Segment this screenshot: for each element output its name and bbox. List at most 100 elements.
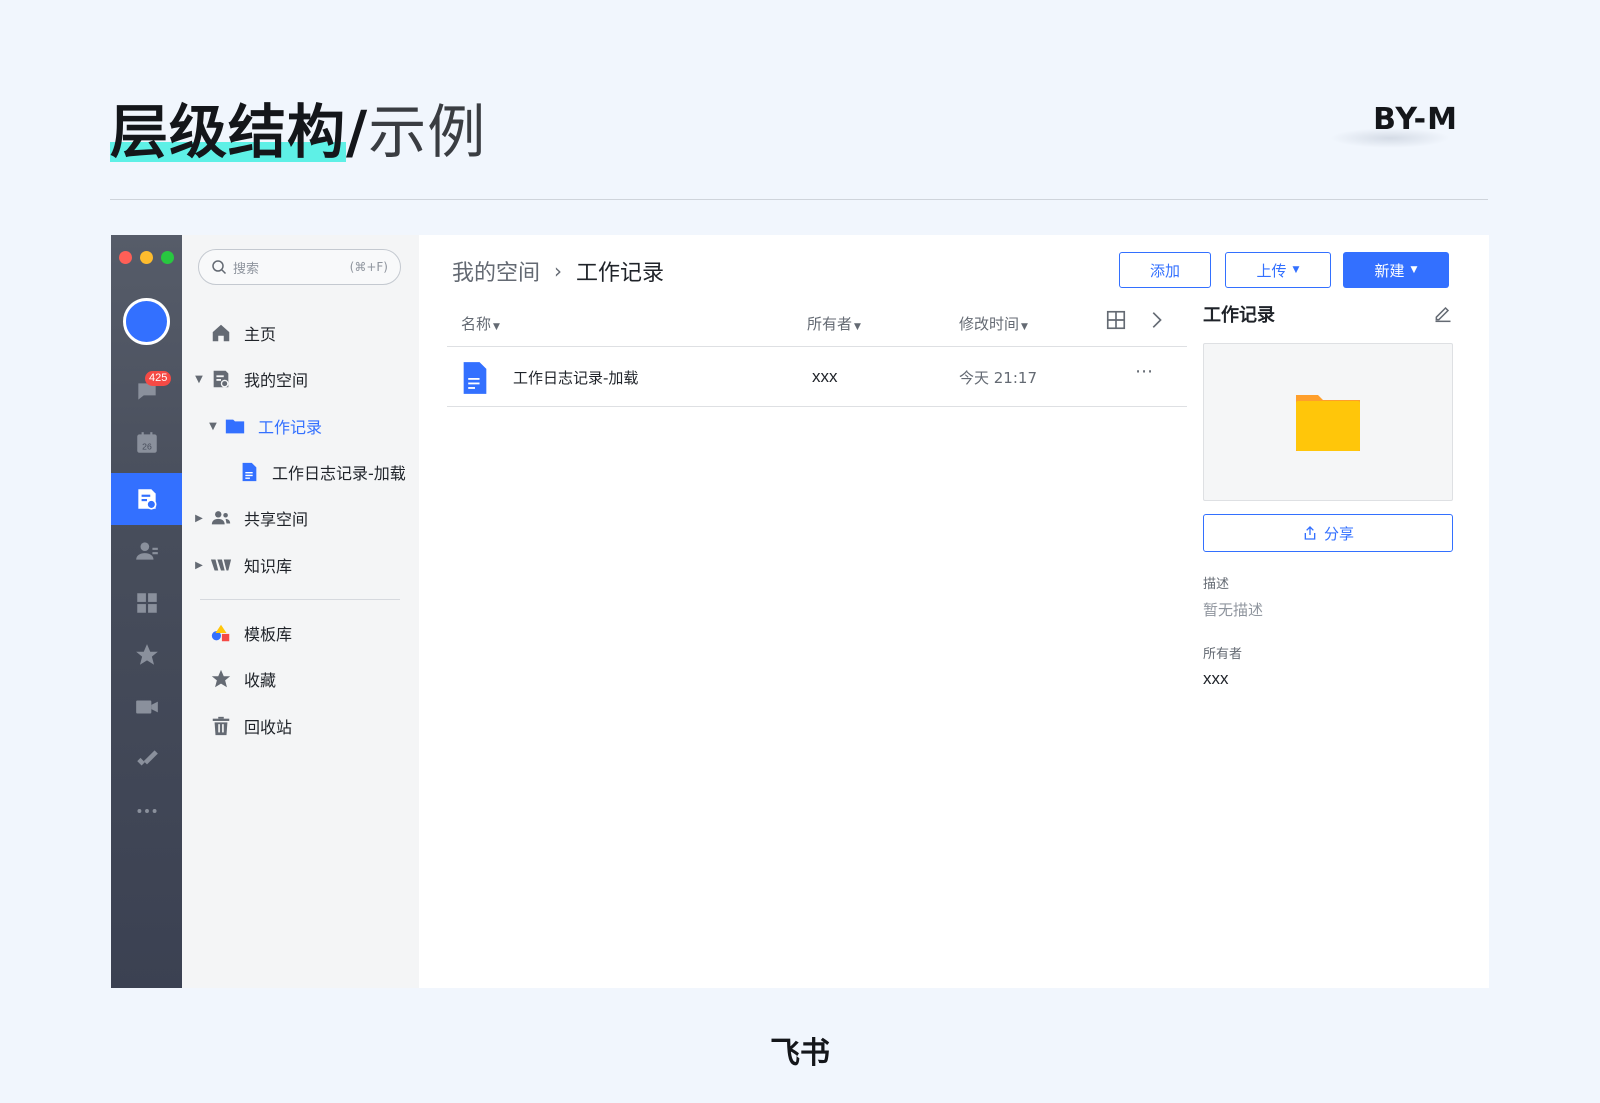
table-header: 名称 ▼ 所有者 ▼ 修改时间 ▼	[447, 301, 1187, 347]
caret-down-icon[interactable]: ▼	[206, 421, 220, 432]
header-divider	[110, 199, 1488, 200]
rail-item-video[interactable]	[111, 681, 182, 733]
rail-item-favorites[interactable]	[111, 629, 182, 681]
share-button-label: 分享	[1323, 524, 1354, 543]
sidebar-item-my-space[interactable]: ▼ 我的空间	[182, 359, 419, 399]
owner-label: 所有者	[1203, 647, 1243, 662]
byline-shadow	[1330, 128, 1450, 148]
close-window-button[interactable]	[119, 251, 132, 264]
sidebar-item-label: 收藏	[244, 671, 277, 690]
home-icon	[208, 320, 234, 346]
sidebar-item-label: 回收站	[244, 718, 293, 737]
sidebar-item-home[interactable]: 主页	[182, 313, 419, 353]
more-icon	[136, 809, 157, 813]
calendar-icon: 26	[136, 432, 157, 453]
upload-button[interactable]: 上传 ▼	[1225, 252, 1331, 288]
rail-item-workplace[interactable]	[111, 577, 182, 629]
caret-down-icon[interactable]: ▼	[192, 374, 206, 385]
sidebar-item-favorites[interactable]: 收藏	[182, 659, 419, 699]
rail-item-calendar[interactable]: 26	[111, 417, 182, 469]
sidebar-item-doc[interactable]: 工作日志记录-加载	[182, 452, 419, 492]
avatar[interactable]	[123, 298, 170, 345]
share-icon	[1304, 526, 1316, 540]
column-label: 名称	[461, 315, 492, 333]
sidebar: 搜索 (⌘+F) 主页 ▼ 我的空间 ▼ 工作记录 工作日志记录-加载 ▶ 共享…	[182, 235, 419, 988]
column-header-modified[interactable]: 修改时间 ▼	[959, 313, 1028, 334]
sidebar-item-wiki[interactable]: ▶ 知识库	[182, 545, 419, 585]
rail-item-contacts[interactable]	[111, 525, 182, 577]
search-icon	[212, 260, 227, 275]
create-button-label: 新建	[1374, 261, 1405, 280]
unread-badge: 425	[145, 371, 172, 386]
sort-caret-icon: ▼	[493, 322, 500, 332]
video-icon	[135, 700, 158, 714]
title-bold-label: 层级结构	[110, 98, 347, 166]
rail-item-approval[interactable]	[111, 733, 182, 785]
caret-down-icon: ▼	[1410, 265, 1418, 275]
rail-item-docs[interactable]	[111, 473, 182, 525]
shared-space-icon	[208, 505, 234, 531]
sidebar-item-label: 主页	[244, 325, 277, 344]
caret-down-icon: ▼	[1292, 265, 1300, 275]
column-label: 所有者	[807, 315, 853, 333]
doc-icon	[463, 362, 487, 394]
chevron-right-icon: ›	[554, 259, 563, 283]
app-rail: 425 26	[111, 235, 182, 988]
template-icon	[208, 620, 234, 646]
column-header-owner[interactable]: 所有者 ▼	[807, 313, 861, 334]
caret-right-icon[interactable]: ▶	[192, 513, 206, 524]
folder-icon	[222, 413, 248, 439]
title-bold-text: 层级结构	[110, 96, 347, 168]
row-owner: xxx	[812, 367, 838, 386]
sidebar-item-label: 模板库	[244, 625, 293, 644]
wiki-icon	[208, 552, 234, 578]
search-shortcut: (⌘+F)	[349, 260, 388, 274]
add-button[interactable]: 添加	[1119, 252, 1211, 288]
column-header-name[interactable]: 名称 ▼	[461, 313, 500, 334]
slide-caption: 飞书	[770, 1036, 830, 1071]
rail-item-more[interactable]	[111, 785, 182, 837]
favorites-icon	[135, 644, 158, 665]
byline: BY-M	[1373, 102, 1458, 130]
view-controls	[1105, 309, 1167, 331]
sidebar-item-work-records[interactable]: ▼ 工作记录	[182, 406, 419, 446]
sidebar-divider	[200, 599, 400, 600]
edit-icon[interactable]	[1433, 303, 1453, 323]
grid-view-icon[interactable]	[1105, 309, 1127, 331]
rail-item-chat[interactable]: 425	[111, 365, 182, 417]
create-button[interactable]: 新建 ▼	[1343, 252, 1449, 288]
minimize-window-button[interactable]	[140, 251, 153, 264]
breadcrumb: 我的空间 › 工作记录	[452, 255, 664, 287]
table-row[interactable]: 工作日志记录-加载 xxx 今天 21:17 ⋯	[447, 347, 1187, 407]
folder-preview	[1203, 343, 1453, 501]
sidebar-item-shared-space[interactable]: ▶ 共享空间	[182, 498, 419, 538]
owner-value: xxx	[1203, 669, 1229, 688]
breadcrumb-current: 工作记录	[576, 261, 665, 286]
trash-icon	[208, 713, 234, 739]
sidebar-item-label: 工作日志记录-加载	[272, 464, 406, 483]
maximize-window-button[interactable]	[161, 251, 174, 264]
add-button-label: 添加	[1149, 261, 1180, 280]
column-label: 修改时间	[959, 315, 1020, 333]
upload-button-label: 上传	[1256, 261, 1287, 280]
sort-caret-icon: ▼	[854, 322, 861, 332]
docs-icon	[137, 489, 156, 510]
search-input[interactable]: 搜索 (⌘+F)	[198, 249, 401, 285]
workplace-icon	[136, 593, 157, 613]
contacts-icon	[135, 542, 158, 560]
doc-icon	[236, 459, 262, 485]
folder-icon	[1296, 395, 1360, 451]
more-options-icon[interactable]: ⋯	[1135, 361, 1155, 382]
caret-right-icon[interactable]: ▶	[192, 560, 206, 571]
sidebar-item-label: 知识库	[244, 557, 293, 576]
breadcrumb-root[interactable]: 我的空间	[452, 255, 540, 287]
share-button[interactable]: 分享	[1203, 514, 1453, 552]
sidebar-item-label: 工作记录	[258, 418, 323, 437]
sidebar-item-trash[interactable]: 回收站	[182, 706, 419, 746]
main-content: 我的空间 › 工作记录 添加 上传 ▼ 新建 ▼ 名称 ▼ 所有者 ▼ 修改时间 ▼ …	[419, 235, 1489, 988]
search-placeholder: 搜索	[233, 261, 260, 277]
chevron-right-icon[interactable]	[1145, 309, 1167, 331]
slide-title: 层级结构/示例	[110, 96, 486, 168]
sidebar-item-templates[interactable]: 模板库	[182, 613, 419, 653]
sidebar-item-label: 我的空间	[244, 371, 309, 390]
